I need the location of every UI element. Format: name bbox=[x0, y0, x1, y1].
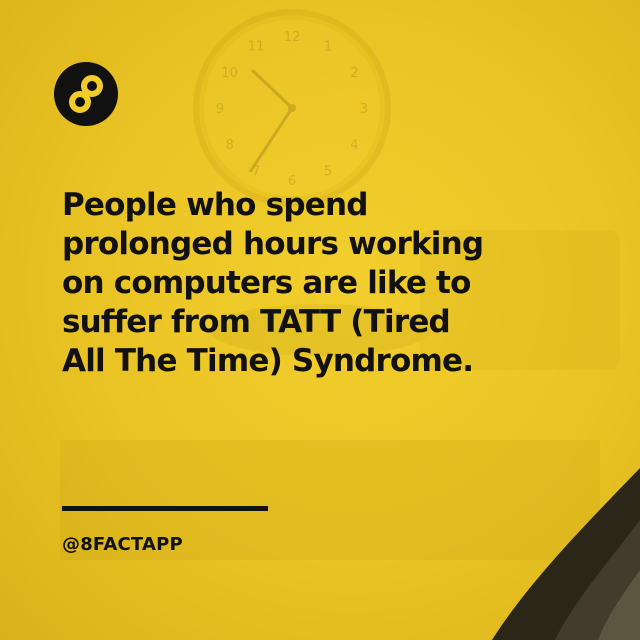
brand-logo bbox=[54, 62, 118, 126]
clock-numeral: 2 bbox=[350, 66, 358, 81]
fact-line: All The Time) Syndrome. bbox=[62, 343, 474, 379]
clock-numeral: 3 bbox=[360, 102, 368, 117]
clock-numeral: 8 bbox=[225, 138, 233, 153]
divider-bar bbox=[62, 506, 268, 511]
fact-line: on computers are like to bbox=[62, 265, 471, 301]
fact-text: People who spend prolonged hours working… bbox=[62, 186, 582, 381]
clock-numeral: 11 bbox=[248, 40, 265, 55]
fact-line: suffer from TATT (Tired bbox=[62, 304, 451, 340]
infinity-8-icon bbox=[69, 75, 103, 113]
clock-numeral: 4 bbox=[350, 138, 358, 153]
clock-numeral: 10 bbox=[221, 66, 238, 81]
fact-line: People who spend bbox=[62, 187, 368, 223]
social-handle[interactable]: @8FACTAPP bbox=[62, 534, 183, 555]
fact-line: prolonged hours working bbox=[62, 226, 484, 262]
wall-clock-icon: 121234567891011 bbox=[193, 9, 391, 207]
clock-numeral: 12 bbox=[284, 30, 301, 45]
clock-numeral: 5 bbox=[324, 164, 332, 179]
fact-card: 12 1 2 3 4 5 6 7 8 9 10 11 People who spend prolong… bbox=[0, 0, 640, 640]
clock-numeral: 9 bbox=[216, 102, 224, 117]
clock-numeral: 1 bbox=[324, 40, 332, 55]
